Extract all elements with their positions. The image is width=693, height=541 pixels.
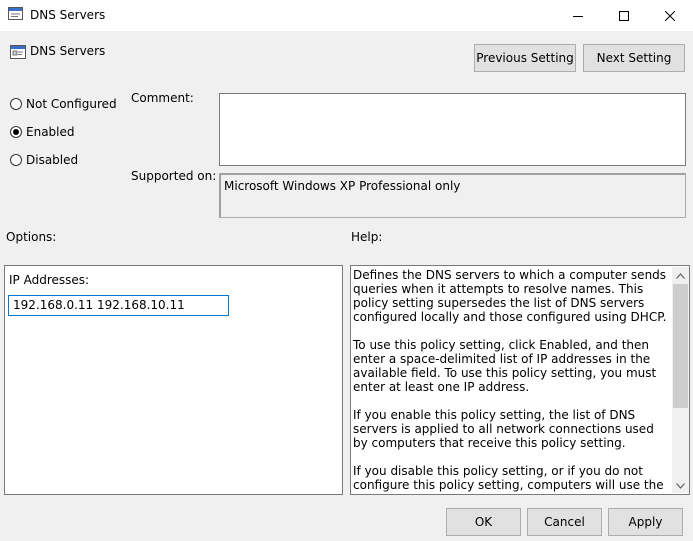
radio-circle[interactable] bbox=[10, 98, 22, 110]
supported-on-value: Microsoft Windows XP Professional only bbox=[219, 173, 686, 218]
help-text: Defines the DNS servers to which a compu… bbox=[353, 268, 671, 493]
help-paragraph: To use this policy setting, click Enable… bbox=[353, 338, 657, 394]
window-title: DNS Servers bbox=[30, 8, 106, 22]
minimize-button[interactable] bbox=[555, 0, 601, 31]
setting-title: DNS Servers bbox=[30, 44, 106, 58]
close-icon bbox=[665, 10, 675, 21]
apply-button[interactable]: Apply bbox=[608, 508, 683, 536]
help-label: Help: bbox=[351, 230, 383, 244]
radio-circle[interactable] bbox=[10, 126, 22, 138]
radio-disabled[interactable]: Disabled bbox=[10, 153, 78, 167]
supported-on-label: Supported on: bbox=[131, 169, 217, 183]
scroll-down-button[interactable] bbox=[672, 477, 689, 494]
ip-addresses-label: IP Addresses: bbox=[9, 273, 90, 287]
comment-field[interactable] bbox=[219, 93, 686, 166]
help-paragraph: If you enable this policy setting, the l… bbox=[353, 408, 654, 450]
maximize-button[interactable] bbox=[601, 0, 647, 31]
minimize-icon bbox=[573, 15, 583, 17]
radio-enabled[interactable]: Enabled bbox=[10, 125, 75, 139]
setting-icon bbox=[10, 45, 26, 59]
ok-button[interactable]: OK bbox=[446, 508, 521, 536]
radio-selected-dot bbox=[13, 129, 19, 135]
chevron-up-icon bbox=[676, 272, 685, 279]
scroll-thumb[interactable] bbox=[673, 284, 688, 408]
options-label: Options: bbox=[6, 230, 57, 244]
ip-addresses-input[interactable]: 192.168.0.11 192.168.10.11 bbox=[8, 295, 229, 316]
scroll-up-button[interactable] bbox=[672, 267, 689, 284]
chevron-down-icon bbox=[676, 482, 685, 489]
radio-circle[interactable] bbox=[10, 154, 22, 166]
radio-label: Disabled bbox=[26, 153, 79, 167]
radio-not-configured[interactable]: Not Configured bbox=[10, 97, 117, 111]
cancel-button[interactable]: Cancel bbox=[527, 508, 602, 536]
radio-label: Enabled bbox=[26, 125, 75, 139]
help-paragraph: If you disable this policy setting, or i… bbox=[353, 464, 664, 493]
help-paragraph: Defines the DNS servers to which a compu… bbox=[353, 268, 667, 324]
previous-setting-button[interactable]: Previous Setting bbox=[474, 44, 576, 72]
close-button[interactable] bbox=[647, 0, 693, 31]
maximize-icon bbox=[619, 10, 629, 21]
radio-label: Not Configured bbox=[26, 97, 117, 111]
next-setting-button[interactable]: Next Setting bbox=[583, 44, 685, 72]
comment-label: Comment: bbox=[131, 91, 194, 105]
policy-icon bbox=[8, 7, 23, 20]
